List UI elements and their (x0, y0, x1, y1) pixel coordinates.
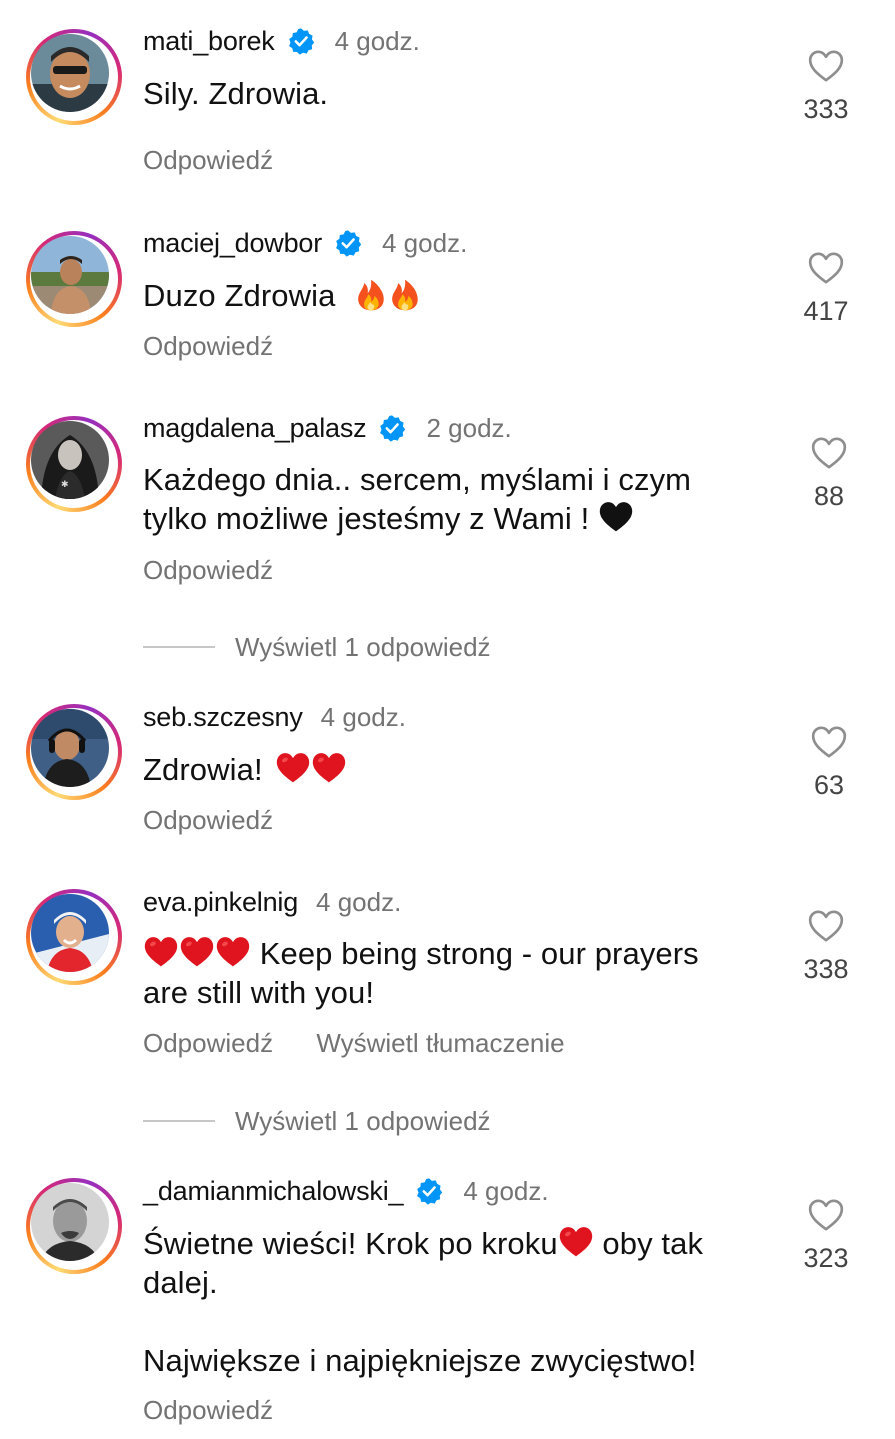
heart-outline-icon[interactable] (806, 46, 846, 86)
timestamp: 2 godz. (426, 412, 512, 443)
avatar[interactable] (26, 704, 122, 800)
reply-button[interactable]: Odpowiedź (143, 145, 273, 175)
divider (143, 1120, 215, 1122)
like-count: 417 (803, 296, 849, 326)
comment-text: Sily. Zdrowia. (143, 76, 329, 111)
reply-button[interactable]: Odpowiedź (143, 1395, 273, 1425)
fire-emoji-icon (354, 278, 388, 312)
timestamp: 4 godz. (320, 701, 406, 732)
timestamp: 4 godz. (382, 227, 468, 258)
comment-text: Świetne wieści! Krok po kroku oby tak da… (143, 1224, 704, 1378)
avatar[interactable] (26, 889, 122, 985)
view-replies-label[interactable]: Wyświetl 1 odpowiedź (235, 632, 491, 663)
like-count: 338 (803, 954, 849, 984)
like-button[interactable]: 63 (794, 722, 864, 801)
svg-text:✱: ✱ (61, 480, 69, 490)
avatar[interactable] (26, 29, 122, 125)
comment-text: Duzo Zdrowia (143, 276, 743, 315)
fire-emoji-icon (388, 278, 422, 312)
red-heart-emoji-icon (275, 750, 311, 786)
comment-text: Każdego dnia.. sercem, myślami i czym ty… (143, 462, 692, 536)
verified-badge-icon (334, 229, 362, 257)
like-count: 88 (813, 481, 845, 511)
heart-outline-icon[interactable] (806, 906, 846, 946)
like-count: 323 (803, 1243, 849, 1273)
avatar[interactable]: ✱ (26, 416, 122, 512)
heart-outline-icon[interactable] (806, 1195, 846, 1235)
divider (143, 646, 215, 648)
translate-button[interactable]: Wyświetl tłumaczenie (316, 1028, 564, 1058)
username[interactable]: maciej_dowbor (143, 228, 322, 259)
view-replies-button[interactable]: Wyświetl 1 odpowiedź (143, 1106, 491, 1136)
verified-badge-icon (415, 1177, 443, 1205)
reply-button[interactable]: Odpowiedź (143, 805, 273, 835)
verified-badge-icon (287, 27, 315, 55)
like-button[interactable]: 333 (791, 46, 861, 125)
view-replies-button[interactable]: Wyświetl 1 odpowiedź (143, 632, 491, 662)
heart-outline-icon[interactable] (806, 248, 846, 288)
like-button[interactable]: 338 (791, 906, 861, 985)
red-heart-emoji-icon (311, 750, 347, 786)
avatar[interactable] (26, 1178, 122, 1274)
red-heart-emoji-icon (143, 934, 179, 970)
like-button[interactable]: 417 (791, 248, 861, 327)
like-button[interactable]: 88 (794, 433, 864, 512)
username[interactable]: mati_borek (143, 26, 275, 57)
username[interactable]: magdalena_palasz (143, 413, 367, 444)
username[interactable]: seb.szczesny (143, 702, 303, 733)
like-count: 63 (813, 770, 845, 800)
verified-badge-icon (378, 414, 406, 442)
like-button[interactable]: 323 (791, 1195, 861, 1274)
comment-text: Keep being strong - our prayers are stil… (143, 934, 699, 1010)
timestamp: 4 godz. (316, 886, 402, 917)
view-replies-label[interactable]: Wyświetl 1 odpowiedź (235, 1106, 491, 1137)
red-heart-emoji-icon (215, 934, 251, 970)
reply-button[interactable]: Odpowiedź (143, 555, 273, 585)
username[interactable]: eva.pinkelnig (143, 887, 298, 918)
black-heart-emoji-icon (598, 499, 634, 535)
timestamp: 4 godz. (463, 1175, 549, 1206)
timestamp: 4 godz. (334, 25, 420, 56)
heart-outline-icon[interactable] (809, 722, 849, 762)
heart-outline-icon[interactable] (809, 433, 849, 473)
red-heart-emoji-icon (558, 1224, 594, 1260)
comment-text: Zdrowia! (143, 750, 743, 789)
reply-button[interactable]: Odpowiedź (143, 1028, 273, 1058)
like-count: 333 (803, 94, 849, 124)
username[interactable]: _damianmichalowski_ (143, 1176, 404, 1207)
reply-button[interactable]: Odpowiedź (143, 331, 273, 361)
avatar[interactable] (26, 231, 122, 327)
red-heart-emoji-icon (179, 934, 215, 970)
